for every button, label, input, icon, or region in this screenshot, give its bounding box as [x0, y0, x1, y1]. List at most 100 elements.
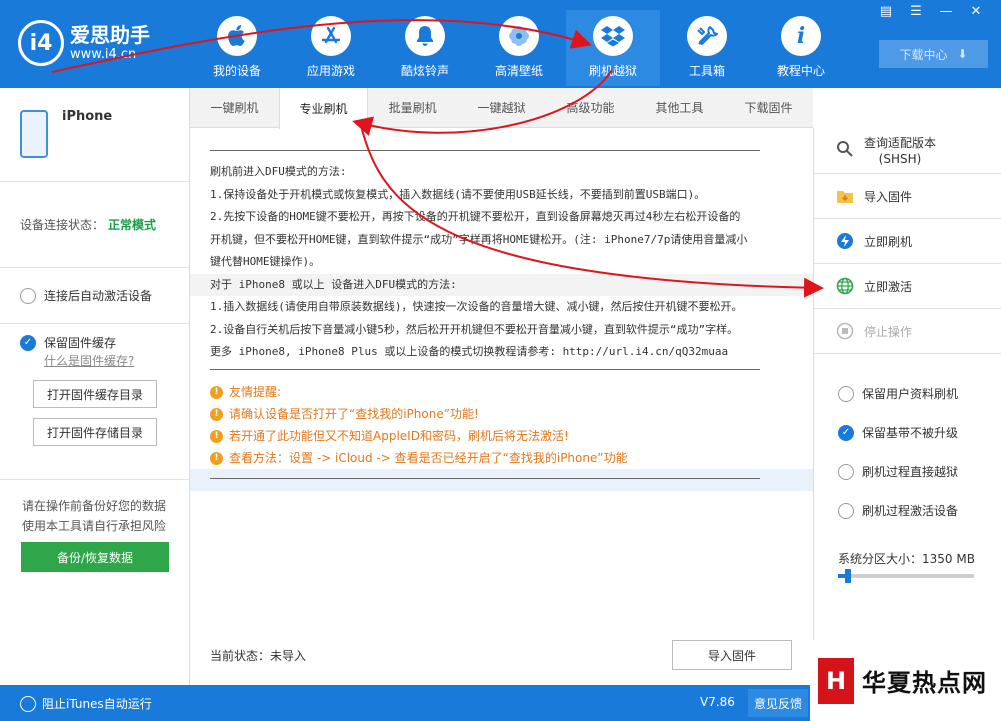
logo-url: www.i4.cn	[70, 47, 137, 62]
nav-label: 我的设备	[212, 64, 261, 78]
nav-my-device[interactable]: 我的设备	[190, 10, 284, 86]
stop-icon	[836, 322, 854, 340]
keep-user-data-option[interactable]: 保留用户资料刷机	[814, 374, 1001, 413]
risk-line: 使用本工具请自行承担风险	[22, 519, 167, 533]
shsh-label: 查询适配版本	[864, 135, 937, 150]
instruction-line: 2.先按下设备的HOME键不要松开，再按下设备的开机键不要松开，直到设备屏幕熄灭…	[210, 210, 741, 223]
import-firmware-item[interactable]: 导入固件	[814, 174, 1001, 219]
block-itunes-option[interactable]: 阻止iTunes自动运行	[20, 695, 152, 712]
main-nav: 我的设备 应用游戏 酷炫铃声 高清壁纸 刷机越狱 工具箱 i 教程中心	[190, 10, 848, 86]
instruction-line: 1.保持设备处于开机模式或恢复模式，插入数据线(请不要使用USB延长线，不要插到…	[210, 187, 706, 201]
nav-label: 应用游戏	[306, 64, 355, 78]
close-icon[interactable]: ✕	[961, 4, 991, 19]
open-store-dir-button[interactable]: 打开固件存储目录	[33, 418, 157, 446]
jailbreak-radio[interactable]	[838, 463, 854, 480]
nav-toolbox[interactable]: 工具箱	[660, 10, 754, 86]
partition-size-slider[interactable]	[838, 569, 974, 583]
feedback-button[interactable]: 意见反馈	[748, 689, 808, 717]
warning-icon: !	[210, 385, 223, 399]
flash-icon	[836, 232, 854, 250]
import-firmware-button[interactable]: 导入固件	[672, 640, 792, 670]
query-shsh-item[interactable]: 查询适配版本 (SHSH)	[814, 128, 1001, 174]
app-window: i4 爱思助手 www.i4.cn 我的设备 应用游戏 酷炫铃声 高清壁纸 刷机…	[0, 0, 1001, 721]
block-itunes-label: 阻止iTunes自动运行	[42, 697, 152, 711]
tab-download-firmware[interactable]: 下载固件	[724, 88, 813, 127]
tab-pro-flash[interactable]: 专业刷机	[278, 88, 369, 129]
risk-warning: 请在操作前备份好您的数据 使用本工具请自行承担风险	[0, 480, 189, 536]
stop-label: 停止操作	[864, 324, 913, 339]
activate-option[interactable]: 刷机过程激活设备	[814, 491, 1001, 530]
current-status: 当前状态：未导入	[210, 647, 306, 664]
auto-activate-option[interactable]: 连接后自动激活设备	[0, 268, 189, 324]
tab-one-click-flash[interactable]: 一键刷机	[190, 88, 279, 127]
check-icon[interactable]: ✓	[20, 334, 36, 351]
warning-icon: !	[210, 451, 223, 465]
selected-row-band	[190, 469, 813, 491]
nav-tutorials[interactable]: i 教程中心	[754, 10, 848, 86]
backup-restore-button[interactable]: 备份/恢复数据	[21, 542, 169, 572]
activate-now-item[interactable]: 立即激活	[814, 264, 1001, 309]
tab-other-tools[interactable]: 其他工具	[635, 88, 724, 127]
nav-flash-jailbreak[interactable]: 刷机越狱	[566, 10, 660, 86]
phone-icon	[20, 110, 48, 158]
download-center-button[interactable]: 下载中心 ⬇	[879, 40, 988, 68]
shsh-sub: (SHSH)	[878, 151, 922, 166]
tip-text: 查看方法：设置 -> iCloud -> 查看是否已经开启了“查找我的iPhon…	[229, 451, 628, 465]
site-watermark: H 华夏热点网	[810, 640, 1001, 721]
right-panel: 查询适配版本 (SHSH) 导入固件 立即刷机 立即激活 停止操作 保留用户资料…	[813, 128, 1001, 685]
auto-activate-label: 连接后自动激活设备	[44, 289, 153, 303]
check-icon[interactable]: ✓	[838, 424, 854, 441]
flash-now-item[interactable]: 立即刷机	[814, 219, 1001, 264]
stop-item[interactable]: 停止操作	[814, 309, 1001, 354]
nav-apps-games[interactable]: 应用游戏	[284, 10, 378, 86]
slider-knob[interactable]	[845, 569, 851, 583]
auto-activate-radio[interactable]	[20, 287, 36, 304]
jailbreak-option[interactable]: 刷机过程直接越狱	[814, 452, 1001, 491]
nav-wallpapers[interactable]: 高清壁纸	[472, 10, 566, 86]
activate-label: 刷机过程激活设备	[862, 504, 959, 518]
tab-one-click-jailbreak[interactable]: 一键越狱	[457, 88, 546, 127]
instruction-line: 更多 iPhone8, iPhone8 Plus 或以上设备的模式切换教程请参考…	[210, 345, 729, 358]
sys-size-value: 1350 MB	[922, 552, 975, 566]
nav-label: 高清壁纸	[494, 64, 543, 78]
minimize-icon[interactable]: —	[931, 4, 961, 19]
activate-now-label: 立即激活	[864, 279, 913, 294]
device-name: iPhone	[62, 109, 113, 124]
folder-icon	[836, 187, 854, 205]
tab-advanced[interactable]: 高级功能	[546, 88, 635, 127]
flash-options: 保留用户资料刷机 ✓ 保留基带不被升级 刷机过程直接越狱 刷机过程激活设备	[814, 374, 1001, 530]
flash-now-label: 立即刷机	[864, 234, 913, 249]
tip-line: ! 请确认设备是否打开了“查找我的iPhone”功能!	[210, 403, 628, 425]
block-itunes-radio[interactable]	[20, 695, 36, 712]
activate-radio[interactable]	[838, 502, 854, 519]
search-shsh-icon	[836, 140, 854, 161]
tip-line: ! 友情提醒:	[210, 381, 628, 403]
open-cache-dir-button[interactable]: 打开固件缓存目录	[33, 380, 157, 408]
shirt-icon[interactable]: ▤	[871, 4, 901, 19]
bell-icon	[405, 16, 445, 56]
tab-batch-flash[interactable]: 批量刷机	[368, 88, 457, 127]
sub-tabs: 一键刷机 专业刷机 批量刷机 一键越狱 高级功能 其他工具 下载固件	[190, 88, 813, 129]
fw-cache-help-link[interactable]: 什么是固件缓存?	[44, 352, 134, 369]
conn-label: 设备连接状态：	[20, 218, 105, 232]
tools-icon	[687, 16, 727, 56]
watermark-text: 华夏热点网	[862, 669, 987, 697]
warning-icon: !	[210, 407, 223, 421]
tip-line: ! 查看方法：设置 -> iCloud -> 查看是否已经开启了“查找我的iPho…	[210, 447, 628, 469]
menu-icon[interactable]: ☰	[901, 4, 931, 19]
keep-baseband-option[interactable]: ✓ 保留基带不被升级	[814, 413, 1001, 452]
tips-block: ! 友情提醒: ! 请确认设备是否打开了“查找我的iPhone”功能! ! 若开通了此…	[210, 381, 628, 469]
keep-user-data-radio[interactable]	[838, 385, 854, 402]
nav-ringtones[interactable]: 酷炫铃声	[378, 10, 472, 86]
nav-label: 工具箱	[688, 64, 725, 78]
instruction-line: 1.插入数据线(请使用自带原装数据线)，快速按一次设备的音量增大键、减小键，然后…	[210, 300, 743, 313]
dfu-instructions: 刷机前进入DFU模式的方法: 1.保持设备处于开机模式或恢复模式，插入数据线(请…	[190, 161, 813, 364]
device-info: iPhone	[0, 88, 189, 182]
nav-label: 酷炫铃声	[400, 64, 449, 78]
keep-baseband-label: 保留基带不被升级	[862, 426, 959, 440]
info-icon: i	[781, 16, 821, 56]
keep-fw-label: 保留固件缓存	[44, 336, 117, 350]
logo-name: 爱思助手	[70, 23, 150, 47]
tip-text: 请确认设备是否打开了“查找我的iPhone”功能!	[229, 407, 479, 421]
keep-fw-option[interactable]: ✓ 保留固件缓存	[0, 334, 116, 351]
